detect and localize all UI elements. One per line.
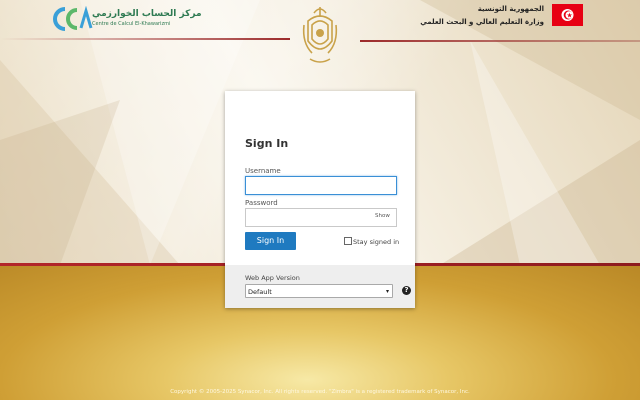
- stay-signed-in-label: Stay signed in: [353, 238, 400, 246]
- show-password-button[interactable]: Show: [375, 213, 390, 219]
- chevron-down-icon: ▾: [385, 288, 389, 295]
- username-input[interactable]: [245, 176, 397, 195]
- login-card: Sign In Username Password Show Sign In S…: [225, 91, 415, 308]
- checkbox-box[interactable]: [344, 237, 352, 245]
- tunisia-flag-icon: [552, 4, 583, 26]
- version-select[interactable]: Default ▾: [245, 284, 393, 298]
- card-footer: Web App Version Default ▾ ?: [225, 265, 415, 308]
- ministry-name: وزارة التعليم العالي و البحث العلمي: [420, 18, 544, 26]
- government-name: الجمهورية التونسية: [477, 5, 544, 13]
- header-line-left: [0, 38, 290, 40]
- logo-arabic-text: مركز الحساب الخوارزمي: [92, 9, 202, 19]
- version-selected-value: Default: [248, 288, 272, 296]
- login-page: مركز الحساب الخوارزمي Centre de Calcul E…: [0, 0, 640, 400]
- password-label: Password: [245, 199, 278, 207]
- signin-title: Sign In: [245, 137, 289, 150]
- help-icon[interactable]: ?: [402, 286, 411, 295]
- copyright-text: Copyright © 2005-2025 Synacor, Inc. All …: [170, 389, 470, 395]
- stay-signed-in-checkbox[interactable]: Stay signed in: [344, 237, 399, 246]
- logo-latin-text: Centre de Calcul El-Khawarizmi: [92, 21, 171, 27]
- header-line-right: [360, 40, 640, 42]
- tunisia-coat-of-arms-icon: [302, 7, 338, 63]
- signin-button[interactable]: Sign In: [245, 232, 296, 250]
- version-label: Web App Version: [245, 274, 300, 282]
- username-label: Username: [245, 167, 281, 175]
- ccak-logo: [53, 6, 93, 31]
